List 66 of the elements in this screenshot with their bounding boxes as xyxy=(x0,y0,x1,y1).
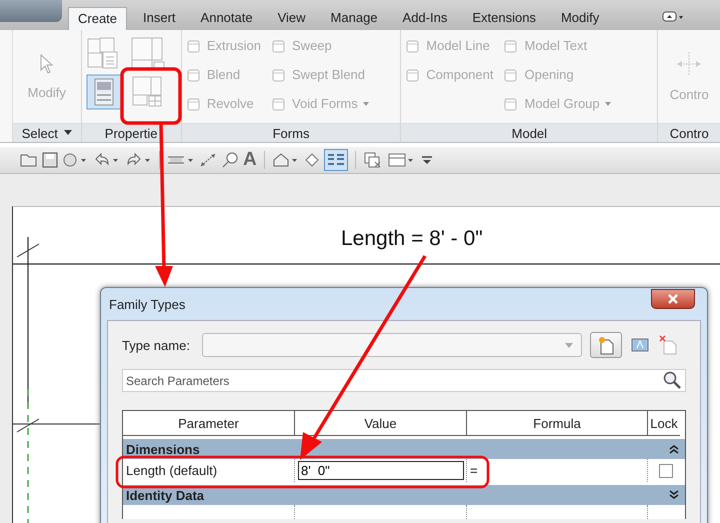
group-name: Identity Data xyxy=(126,488,204,502)
group-header[interactable]: Identity Data xyxy=(123,485,685,505)
shape-icon xyxy=(186,96,202,112)
search-field[interactable]: Search Parameters xyxy=(122,369,686,392)
column-header[interactable]: Value xyxy=(295,411,467,436)
new-type-button[interactable] xyxy=(590,332,622,358)
dialog-title: Family Types xyxy=(109,296,186,312)
diamond-icon[interactable] xyxy=(304,152,320,168)
house-icon[interactable] xyxy=(272,152,300,168)
shape-icon xyxy=(186,38,202,54)
ribbon-tab[interactable]: Annotate xyxy=(192,7,262,30)
caret-icon xyxy=(604,102,611,106)
layout-icon[interactable] xyxy=(130,36,166,70)
thin-lines-icon[interactable] xyxy=(324,149,348,171)
save-icon[interactable] xyxy=(42,152,58,168)
dimension-annotation: Length = 8' - 0" xyxy=(341,227,483,251)
collapse-icon[interactable] xyxy=(669,444,679,454)
column-header[interactable]: Parameter xyxy=(123,411,295,436)
shape-icon xyxy=(503,96,520,112)
shape-icon xyxy=(271,96,288,112)
ribbon-tab[interactable]: Create xyxy=(68,7,128,30)
shape-icon xyxy=(503,66,520,82)
lock-checkbox[interactable] xyxy=(658,464,672,478)
shape-icon xyxy=(186,66,202,82)
group-name: Dimensions xyxy=(126,442,200,456)
shape-icon xyxy=(405,66,422,82)
column-header[interactable]: Formula xyxy=(467,411,648,436)
ribbon-tab[interactable]: View xyxy=(268,7,315,30)
caret-icon xyxy=(362,102,369,106)
cursor-icon[interactable] xyxy=(38,53,55,75)
close-button[interactable] xyxy=(651,289,695,309)
close-windows-icon[interactable] xyxy=(362,151,383,169)
caret-icon xyxy=(564,342,573,348)
shape-icon xyxy=(503,38,520,54)
text-tool[interactable]: A xyxy=(243,149,257,171)
shape-icon xyxy=(405,38,422,54)
dimension-icon[interactable] xyxy=(199,152,217,168)
highlight-frame xyxy=(120,67,182,125)
caret-icon xyxy=(64,130,72,136)
shape-icon xyxy=(271,66,288,82)
value-field[interactable]: 8' 0" xyxy=(298,461,464,480)
shape-icon xyxy=(271,38,288,54)
expand-icon[interactable] xyxy=(669,490,679,500)
ribbon-tab[interactable]: Modify xyxy=(552,7,608,30)
formula-cell[interactable]: = xyxy=(467,459,648,482)
delete-type-icon[interactable] xyxy=(658,335,678,355)
parameter-cell: Length (default) xyxy=(123,459,295,482)
open-folder-icon[interactable] xyxy=(20,152,38,168)
new-document-icon xyxy=(596,335,615,355)
customize-menu-icon[interactable] xyxy=(420,155,433,165)
ribbon-tab[interactable]: Manage xyxy=(322,7,387,30)
field-label: Type name: xyxy=(122,338,190,352)
panel-label: Contro xyxy=(658,123,720,142)
panel-label: Forms xyxy=(182,123,400,142)
panel-label: Propertie xyxy=(82,123,181,142)
panel-toggle-icon[interactable] xyxy=(662,11,684,23)
ribbon-tab[interactable]: Extensions xyxy=(463,7,545,30)
ribbon-tab[interactable]: Add-Ins xyxy=(394,7,456,30)
rename-icon[interactable] xyxy=(630,336,650,354)
properties-icon[interactable] xyxy=(86,74,122,110)
close-icon xyxy=(667,294,679,304)
ribbon-tab[interactable]: Insert xyxy=(134,7,185,30)
panel-label: Model xyxy=(401,123,658,142)
panel-label[interactable]: Select xyxy=(13,123,81,142)
search-icon[interactable] xyxy=(662,370,682,390)
sync-icon[interactable] xyxy=(62,152,88,168)
